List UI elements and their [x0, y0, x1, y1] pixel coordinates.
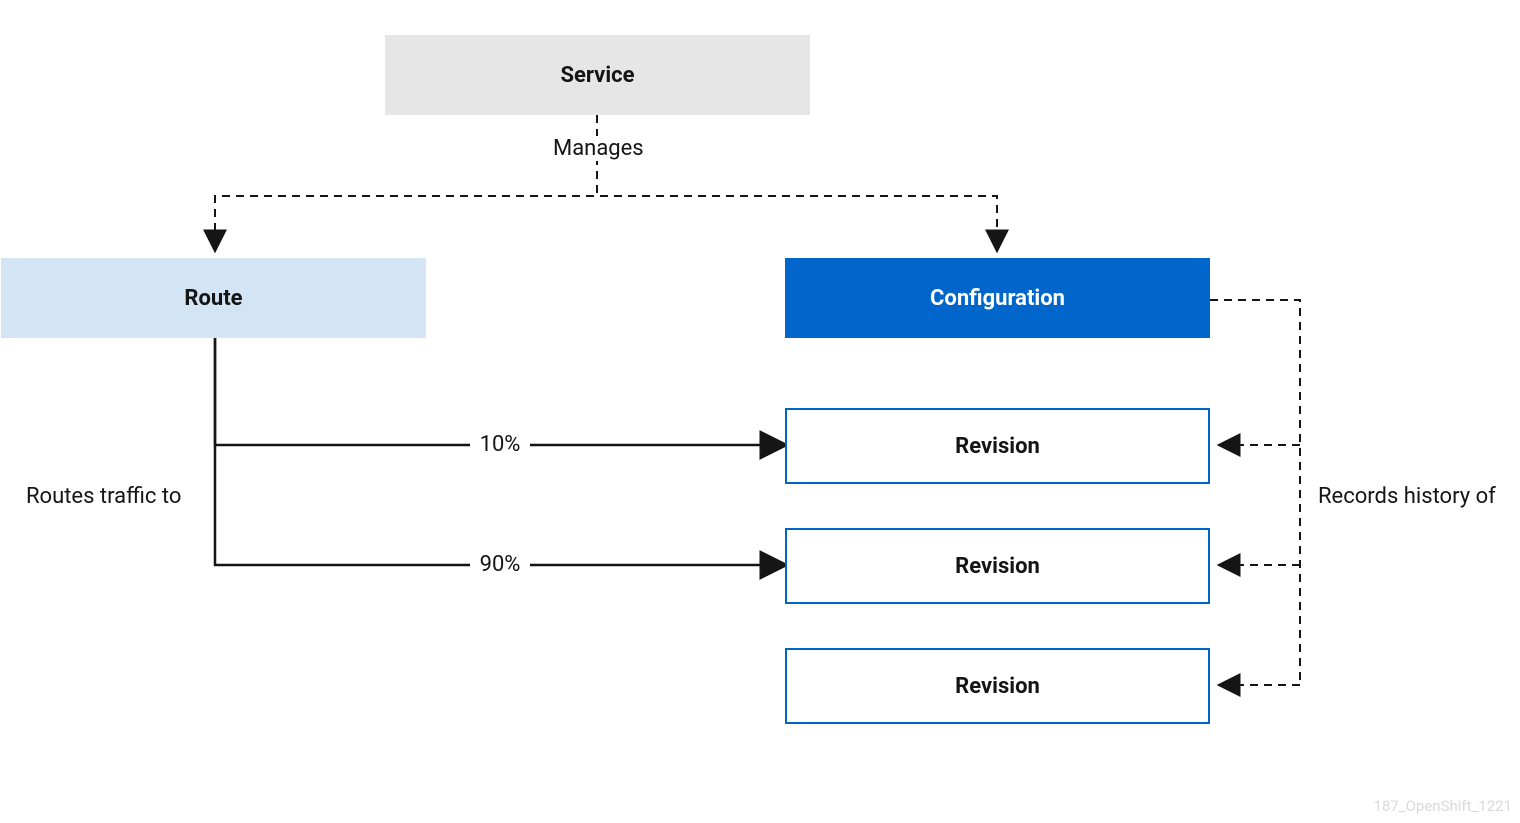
edge-config-records-trunk [1210, 300, 1300, 685]
service-label: Service [561, 63, 635, 88]
configuration-label: Configuration [930, 286, 1065, 311]
revision3-label: Revision [955, 674, 1040, 699]
diagram-connectors [0, 0, 1520, 823]
revision-node-3: Revision [785, 648, 1210, 724]
split-90-label: 90% [470, 552, 530, 577]
records-history-label: Records history of [1312, 484, 1520, 509]
routes-traffic-label: Routes traffic to [20, 484, 210, 509]
split-10-label: 10% [470, 432, 530, 457]
route-label: Route [184, 286, 242, 311]
revision-node-1: Revision [785, 408, 1210, 484]
revision2-label: Revision [955, 554, 1040, 579]
revision1-label: Revision [955, 434, 1040, 459]
manages-label: Manages [547, 136, 647, 161]
edge-service-to-route [215, 115, 597, 250]
edge-route-to-revision1 [215, 335, 785, 445]
revision-node-2: Revision [785, 528, 1210, 604]
route-node: Route [1, 258, 426, 338]
configuration-node: Configuration [785, 258, 1210, 338]
edge-service-to-configuration [597, 115, 997, 250]
service-node: Service [385, 35, 810, 115]
watermark-text: 187_OpenShift_1221 [1374, 797, 1512, 815]
